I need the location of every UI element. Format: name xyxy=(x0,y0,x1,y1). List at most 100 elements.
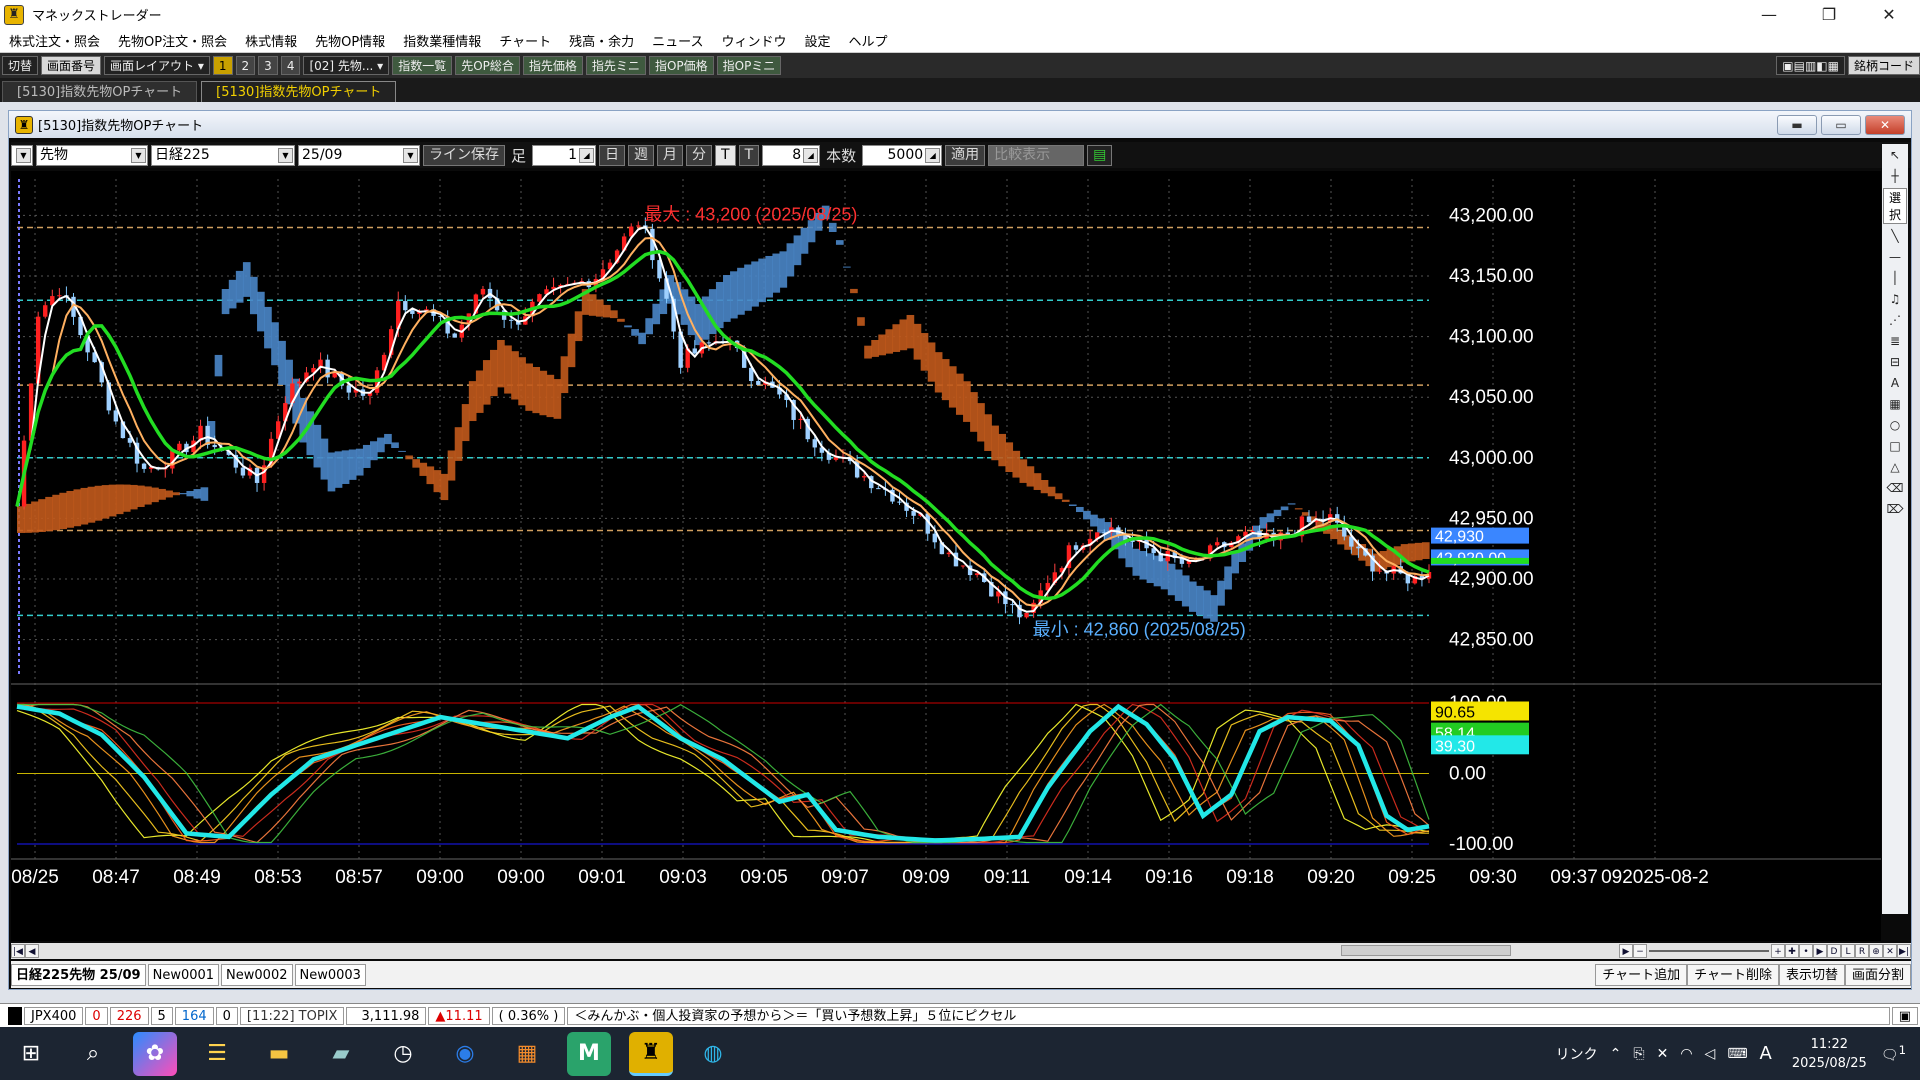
zoom-in-icon[interactable]: + xyxy=(1771,944,1785,958)
vertical-line-icon[interactable]: │ xyxy=(1884,269,1906,287)
layout-dropdown[interactable]: 画面レイアウト ▾ xyxy=(104,56,210,75)
menu-item[interactable]: チャート xyxy=(490,31,560,50)
scale-icon[interactable]: ✕ xyxy=(1883,944,1897,958)
layout-3-button[interactable]: 3 xyxy=(258,56,278,75)
save-line-button[interactable]: ライン保存 xyxy=(423,144,505,166)
minimize-button[interactable]: — xyxy=(1740,0,1798,29)
fan-icon[interactable]: ⋰ xyxy=(1884,311,1906,329)
zoom-slider[interactable] xyxy=(1649,950,1769,952)
bell-icon[interactable]: ♫ xyxy=(1884,290,1906,308)
folder-icon[interactable]: ▬ xyxy=(257,1032,301,1076)
select-tool-label[interactable]: 選択 xyxy=(1883,188,1907,224)
channel-icon[interactable]: ⊟ xyxy=(1884,353,1906,371)
grid-icon[interactable]: ▦ xyxy=(1884,395,1906,413)
chevron-up-icon[interactable]: ⌃ xyxy=(1610,1046,1622,1062)
layout-1-button[interactable]: 1 xyxy=(212,56,233,75)
play-icon[interactable]: ▶ xyxy=(1813,944,1827,958)
horizontal-line-icon[interactable]: — xyxy=(1884,248,1906,266)
foot-stepper[interactable]: 1 ◢ xyxy=(532,144,597,166)
window-minimize-button[interactable]: ▬ xyxy=(1777,115,1817,135)
notepad-icon[interactable]: ▰ xyxy=(319,1032,363,1076)
d-icon[interactable]: D xyxy=(1827,944,1841,958)
sheet-tab-active[interactable]: 日経225先物 25/09 xyxy=(11,963,146,986)
window-tile-icon[interactable]: ▣▤▥◧▦ xyxy=(1776,56,1845,75)
cursor-icon[interactable]: ↖ xyxy=(1884,146,1906,164)
scroll-left-icon[interactable]: ◀ xyxy=(25,944,39,958)
compare-button[interactable]: 比較表示 xyxy=(988,144,1085,166)
toolbar-button[interactable]: 指数一覧 xyxy=(392,56,453,75)
rectangle-icon[interactable]: □ xyxy=(1884,437,1906,455)
search-icon[interactable]: ⌕ xyxy=(71,1032,115,1076)
scroll-last-icon[interactable]: ▶| xyxy=(1897,944,1911,958)
period-month-button[interactable]: 月 xyxy=(657,144,684,166)
toolbar-button[interactable]: 指OPミニ xyxy=(716,56,782,75)
toolbar-button[interactable]: 指先価格 xyxy=(522,56,583,75)
window-tab-active[interactable]: [5130]指数先物OPチャート xyxy=(201,81,397,102)
usb-icon[interactable]: ⎘ xyxy=(1633,1046,1644,1062)
notification-icon[interactable]: 🗨1 xyxy=(1881,1043,1906,1064)
menu-item[interactable]: ヘルプ xyxy=(839,31,896,50)
toolbar-button[interactable]: 指OP価格 xyxy=(648,56,714,75)
contract-select[interactable]: 25/09 ▼ xyxy=(298,144,420,166)
preset-dropdown[interactable]: [02] 先物... ▾ xyxy=(303,56,390,75)
menu-item[interactable]: 設定 xyxy=(795,31,839,50)
zoom-in-plus-icon[interactable]: ✚ xyxy=(1785,944,1799,958)
chart-svg[interactable]: 08/25 08:47 08:49 08:53 08:57 09:00 09:00 09:01… xyxy=(11,171,1881,941)
eraser-icon[interactable]: ⌫ xyxy=(1884,479,1906,497)
indicator-icon[interactable]: ▤ xyxy=(1087,144,1113,166)
tray-link[interactable]: リンク xyxy=(1556,1044,1598,1064)
clock-app-icon[interactable]: ◷ xyxy=(381,1032,425,1076)
code-search-field[interactable]: 銘柄コード xyxy=(1847,56,1920,75)
menu-item[interactable]: 残高・余力 xyxy=(560,31,643,50)
menu-item[interactable]: 先物OP注文・照会 xyxy=(109,31,236,50)
sheet-tab[interactable]: New0003 xyxy=(294,963,366,986)
period-day-button[interactable]: 日 xyxy=(599,144,626,166)
menu-item[interactable]: 先物OP情報 xyxy=(306,31,394,50)
layout-4-button[interactable]: 4 xyxy=(280,56,301,75)
maximize-button[interactable]: ❐ xyxy=(1800,0,1858,29)
toggle-display-button[interactable]: 表示切替 xyxy=(1778,963,1845,986)
menu-item[interactable]: 株式注文・照会 xyxy=(0,31,109,50)
toolbar-button[interactable]: 先OP総合 xyxy=(455,56,520,75)
screen-number-field[interactable]: 画面番号 xyxy=(41,56,102,75)
window-maximize-button[interactable]: ▭ xyxy=(1821,115,1861,135)
point-icon[interactable]: • xyxy=(1799,944,1813,958)
ellipse-icon[interactable]: ○ xyxy=(1884,416,1906,434)
menu-item[interactable]: 指数業種情報 xyxy=(394,31,490,50)
menu-item[interactable]: ウィンドウ xyxy=(712,31,795,50)
menu-item[interactable]: 株式情報 xyxy=(236,31,306,50)
network-icon[interactable]: ✕ xyxy=(1657,1046,1669,1062)
magnify-icon[interactable]: ⊕ xyxy=(1869,944,1883,958)
m-app-icon[interactable]: M xyxy=(567,1031,611,1076)
wifi-icon[interactable]: ◠ xyxy=(1680,1046,1692,1062)
layout-2-button[interactable]: 2 xyxy=(235,56,256,75)
zoom-out-icon[interactable]: − xyxy=(1633,944,1647,958)
toolbar-button[interactable]: 指先ミニ xyxy=(585,56,646,75)
trendline-icon[interactable]: ╲ xyxy=(1884,227,1906,245)
menu-item[interactable]: ニュース xyxy=(643,31,712,50)
memo-icon[interactable]: ☰ xyxy=(195,1032,239,1076)
mt4-icon[interactable]: ◉ xyxy=(443,1032,487,1076)
crosshair-icon[interactable]: ┼ xyxy=(1884,167,1906,185)
grid-app-icon[interactable]: ▦ xyxy=(505,1032,549,1076)
text-icon[interactable]: A xyxy=(1884,374,1906,392)
scroll-thumb[interactable] xyxy=(1341,945,1511,956)
l-icon[interactable]: L xyxy=(1841,944,1855,958)
status-layout-icon[interactable]: ▣ xyxy=(1891,1006,1918,1025)
delete-chart-button[interactable]: チャート削除 xyxy=(1687,963,1779,986)
ime-indicator[interactable]: A xyxy=(1760,1043,1772,1064)
switch-button[interactable]: 切替 xyxy=(2,56,39,75)
close-button[interactable]: ✕ xyxy=(1860,0,1918,29)
instrument-select[interactable]: 先物 ▼ xyxy=(36,144,148,166)
sheet-tab[interactable]: New0001 xyxy=(147,963,220,986)
status-news[interactable]: ＜みんかぶ・個人投資家の予想から＞＝「買い予想数上昇」５位にピクセル xyxy=(567,1006,1890,1025)
scroll-right-icon[interactable]: ▶ xyxy=(1619,944,1633,958)
add-chart-button[interactable]: チャート追加 xyxy=(1595,963,1688,986)
period-week-button[interactable]: 週 xyxy=(628,144,655,166)
windows-start-icon[interactable]: ⊞ xyxy=(9,1032,53,1076)
chart-scrollbar[interactable]: |◀ ◀ ▶ − + ✚ • ▶ D L R ⊕ ✕ ▶| xyxy=(11,943,1911,959)
clock[interactable]: 11:22 2025/08/25 xyxy=(1792,1035,1867,1073)
triangle-icon[interactable]: △ xyxy=(1884,458,1906,476)
r-icon[interactable]: R xyxy=(1855,944,1869,958)
volume-icon[interactable]: ◁ xyxy=(1705,1046,1716,1062)
